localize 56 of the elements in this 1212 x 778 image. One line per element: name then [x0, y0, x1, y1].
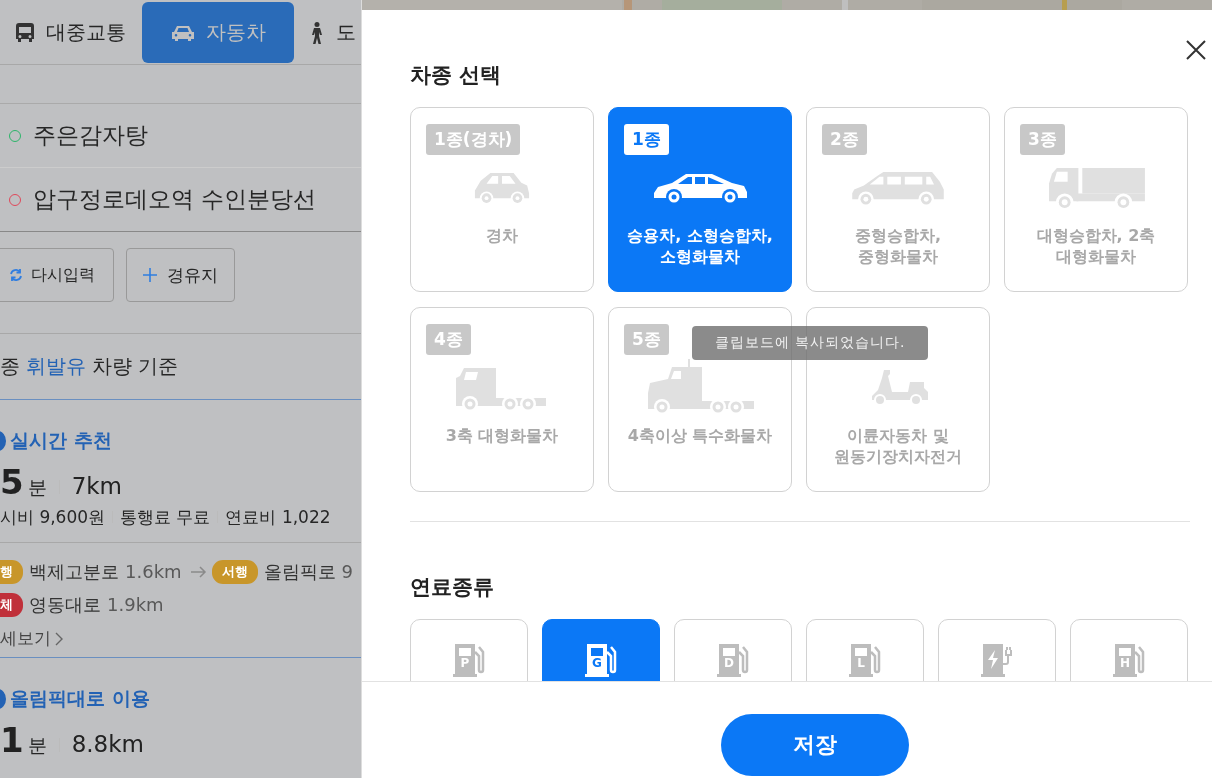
distance-value: 7km — [71, 473, 123, 499]
fuel-type-option[interactable]: P — [410, 619, 528, 681]
road-length: 1.6km — [125, 561, 182, 582]
cost-text: 연료비 1,022 — [225, 505, 331, 529]
fuel-type-link[interactable]: 휘발유 — [26, 353, 86, 380]
route-action-button[interactable]: 다시입력 — [0, 248, 114, 302]
road-name: 영동대로 — [29, 592, 101, 617]
fuel-type-option[interactable]: G — [542, 619, 660, 681]
route-title: 실시간 추천 — [10, 428, 112, 453]
car-icon — [172, 24, 194, 41]
plus-icon — [143, 268, 157, 282]
close-button[interactable] — [1184, 38, 1208, 62]
traffic-badge: 행 — [0, 559, 23, 584]
destination-field[interactable]: 압구정로데오역 수인분당선 — [0, 168, 361, 232]
duration-value: 1 — [0, 720, 24, 760]
vehicle-type-option[interactable]: 1종 승용차, 소형승합차, 소형화물차 — [608, 107, 792, 292]
cost-text: 시비 9,600원 — [0, 505, 106, 529]
section-title: 차종 선택 — [410, 62, 503, 89]
sedan-icon — [652, 171, 748, 205]
road-name: 백제고분로 — [29, 559, 119, 584]
traffic-badge: 서행 — [211, 559, 258, 584]
toast-message: 클립보드에 복사되었습니다. — [692, 326, 928, 360]
details-link[interactable]: 세보기 — [0, 627, 51, 650]
close-icon — [1186, 40, 1206, 60]
duration-unit: 분 — [27, 733, 47, 758]
road-name: 올림픽로 — [263, 559, 336, 584]
chevron-right-icon — [55, 631, 63, 646]
road-length: 1.9km — [107, 594, 164, 615]
mode-tab[interactable]: 도 — [308, 2, 358, 63]
duration-unit: 분 — [27, 475, 47, 500]
origin-field[interactable]: 주은감자탕 — [0, 104, 361, 168]
road-length: 9 — [341, 561, 354, 582]
vehicle-class-text: 종 — [0, 353, 20, 380]
small-car-icon — [473, 170, 531, 206]
class-badge: 1종 — [624, 124, 669, 155]
section-title: 연료종류 — [410, 574, 495, 601]
save-button[interactable]: 저장 — [721, 714, 909, 776]
arrow-icon — [190, 565, 207, 578]
refresh-icon — [9, 268, 23, 282]
truck-icon — [1047, 165, 1145, 211]
mode-tab[interactable]: 대중교통 — [14, 2, 128, 63]
mode-tab[interactable]: 자동차 — [142, 2, 294, 63]
cost-text: 통행료 무료 — [120, 505, 211, 529]
route-action-button[interactable]: 경유지 — [126, 248, 235, 302]
walking-person-icon — [310, 21, 324, 44]
ev-charger-icon — [979, 642, 1015, 678]
traffic-badge: 체 — [0, 592, 23, 617]
fuel-type-option[interactable]: D — [674, 619, 792, 681]
fuel-type-option[interactable]: H — [1070, 619, 1188, 681]
basis-text: 차량 기준 — [92, 353, 179, 380]
bus-icon — [16, 22, 34, 43]
van-icon — [850, 169, 946, 207]
duration-value: 5 — [0, 462, 24, 502]
route-title: 올림픽대로 이용 — [10, 686, 150, 711]
fuel-type-option[interactable]: L — [806, 619, 924, 681]
distance-value: 8.8km — [71, 731, 144, 757]
